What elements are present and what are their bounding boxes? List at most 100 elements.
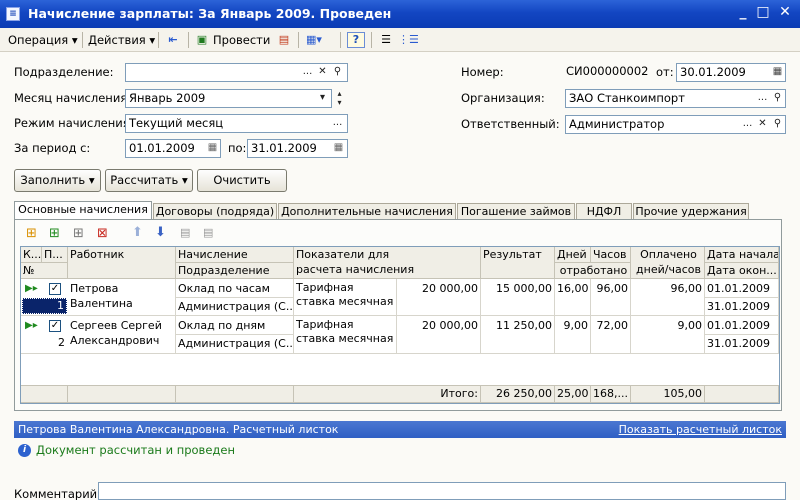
month-stepper[interactable]: ▴ ▾ xyxy=(333,89,346,107)
status-message: Документ рассчитан и проведен xyxy=(36,443,235,457)
post-button[interactable]: Провести xyxy=(213,32,270,48)
calendar-icon[interactable]: ▦ xyxy=(206,140,219,157)
select-button[interactable]: ... xyxy=(756,90,769,107)
tab-additional-accruals[interactable]: Дополнительные начисления xyxy=(278,203,456,220)
search-icon[interactable]: ⚲ xyxy=(771,116,784,133)
month-field[interactable]: Январь 2009 xyxy=(125,89,332,108)
clear-icon[interactable]: ✕ xyxy=(756,116,769,133)
delete-row-icon[interactable]: ⊠ xyxy=(97,226,117,242)
maximize-button[interactable]: □ xyxy=(754,4,772,22)
col-k-header[interactable]: К... xyxy=(21,247,42,263)
edit-row-icon[interactable]: ⊞ xyxy=(73,226,93,242)
menu-actions[interactable]: Действия ▾ xyxy=(88,32,155,48)
menu-operation[interactable]: Операция ▾ xyxy=(8,32,78,48)
search-icon[interactable]: ⚲ xyxy=(771,90,784,107)
date-start-cell[interactable]: 01.01.2009 xyxy=(705,316,779,335)
org-field[interactable]: ЗАО Станкоимпорт xyxy=(565,89,786,108)
paid-cell[interactable]: 96,00 xyxy=(631,279,705,316)
go-to-icon[interactable]: ⇤ xyxy=(164,31,182,49)
date-label: от: xyxy=(656,65,674,79)
col-indicators-header[interactable]: Показатели для расчета начисления xyxy=(294,247,481,279)
title-bar: ≡ Начисление зарплаты: За Январь 2009. П… xyxy=(0,0,800,28)
unpost-icon[interactable]: ▤ xyxy=(275,31,293,49)
clear-button[interactable]: Очистить xyxy=(197,169,287,192)
org-label: Организация: xyxy=(461,91,545,105)
accrual-cell[interactable]: Оклад по часам xyxy=(176,279,294,298)
days-cell[interactable]: 16,00 xyxy=(555,279,591,316)
col-worked-header[interactable]: отработано xyxy=(555,263,631,279)
move-up-icon[interactable]: ⬆ xyxy=(132,225,146,241)
subdivision-field[interactable] xyxy=(125,63,348,82)
help-icon[interactable]: ? xyxy=(347,32,365,48)
subdivision-cell[interactable]: Администрация (С... xyxy=(176,298,294,316)
col-hours-header[interactable]: Часов xyxy=(591,247,631,263)
accrual-type-icon: ▶▸ xyxy=(25,283,38,294)
comment-field[interactable] xyxy=(98,482,786,500)
copy-row-icon[interactable]: ⊞ xyxy=(49,226,69,242)
mode-field[interactable]: Текущий месяц xyxy=(125,114,348,133)
result-cell[interactable]: 11 250,00 xyxy=(481,316,555,354)
col-date-end-header[interactable]: Дата окон... xyxy=(705,263,779,279)
minimize-button[interactable]: _ xyxy=(734,4,752,22)
col-p-header[interactable]: П... xyxy=(42,247,68,263)
tab-loans[interactable]: Погашение займов xyxy=(457,203,575,220)
col-employee-header[interactable]: Работник xyxy=(68,247,176,279)
tab-main-accruals[interactable]: Основные начисления xyxy=(14,201,152,221)
chevron-down-icon[interactable]: ▾ xyxy=(316,90,329,107)
totals-label: Итого: xyxy=(294,385,481,403)
col-accrual-header[interactable]: Начисление xyxy=(176,247,294,263)
sort-asc-icon[interactable]: ▤ xyxy=(180,226,200,242)
hours-cell[interactable]: 96,00 xyxy=(591,279,631,316)
indicator-cell[interactable]: Тарифная ставка месячная xyxy=(294,316,397,354)
col-num-header[interactable]: № xyxy=(21,263,68,279)
date-end-cell[interactable]: 31.01.2009 xyxy=(705,335,779,354)
select-button[interactable]: ... xyxy=(741,116,754,133)
select-button[interactable]: ... xyxy=(331,115,344,132)
col-subdivision-header[interactable]: Подразделение xyxy=(176,263,294,279)
result-cell[interactable]: 15 000,00 xyxy=(481,279,555,316)
mode-label: Режим начисления: xyxy=(14,116,134,130)
tab-ndfl[interactable]: НДФЛ xyxy=(576,203,632,220)
hours-cell[interactable]: 72,00 xyxy=(591,316,631,354)
calendar-icon[interactable]: ▦ xyxy=(771,64,784,81)
indicator-cell[interactable]: Тарифная ставка месячная xyxy=(294,279,397,316)
col-paid-header[interactable]: Оплачено дней/часов xyxy=(631,247,705,279)
calculate-button[interactable]: Рассчитать ▾ xyxy=(105,169,193,192)
row-number[interactable]: 1 xyxy=(22,298,67,314)
move-down-icon[interactable]: ⬇ xyxy=(155,225,169,241)
structure-icon[interactable]: ⋮☰ xyxy=(398,31,419,49)
payslip-bar: Петрова Валентина Александровна. Расчетн… xyxy=(14,421,786,438)
add-row-icon[interactable]: ⊞ xyxy=(26,226,46,242)
date-start-cell[interactable]: 01.01.2009 xyxy=(705,279,779,298)
row-checkbox[interactable]: ✓ xyxy=(49,320,61,332)
date-end-cell[interactable]: 31.01.2009 xyxy=(705,298,779,316)
row-number[interactable]: 2 xyxy=(22,336,67,352)
subdivision-cell[interactable]: Администрация (С... xyxy=(176,335,294,354)
clear-icon[interactable]: ✕ xyxy=(316,64,329,81)
select-button[interactable]: ... xyxy=(301,64,314,81)
close-button[interactable]: ✕ xyxy=(776,4,794,22)
calendar-icon[interactable]: ▦ xyxy=(332,140,345,157)
row-checkbox[interactable]: ✓ xyxy=(49,283,61,295)
col-days-header[interactable]: Дней xyxy=(555,247,591,263)
create-based-on-icon[interactable]: ▦▾ xyxy=(305,31,323,49)
show-payslip-link[interactable]: Показать расчетный листок xyxy=(619,421,782,438)
accrual-cell[interactable]: Оклад по дням xyxy=(176,316,294,335)
toolbar-separator xyxy=(298,32,299,48)
amount-cell[interactable]: 20 000,00 xyxy=(397,316,481,354)
tab-contracts[interactable]: Договоры (подряда) xyxy=(153,203,277,220)
col-date-start-header[interactable]: Дата начала xyxy=(705,247,779,263)
employee-cell[interactable]: Петрова Валентина xyxy=(68,279,176,316)
search-icon[interactable]: ⚲ xyxy=(331,64,344,81)
amount-cell[interactable]: 20 000,00 xyxy=(397,279,481,316)
toolbar-separator xyxy=(340,32,341,48)
days-cell[interactable]: 9,00 xyxy=(555,316,591,354)
paid-cell[interactable]: 9,00 xyxy=(631,316,705,354)
col-result-header[interactable]: Результат xyxy=(481,247,555,279)
list-icon[interactable]: ☰ xyxy=(377,31,395,49)
date-field[interactable]: 30.01.2009 xyxy=(676,63,786,82)
fill-button[interactable]: Заполнить ▾ xyxy=(14,169,101,192)
tab-other-deductions[interactable]: Прочие удержания xyxy=(633,203,749,220)
sort-desc-icon[interactable]: ▤ xyxy=(203,226,223,242)
employee-cell[interactable]: Сергеев Сергей Александрович xyxy=(68,316,176,354)
